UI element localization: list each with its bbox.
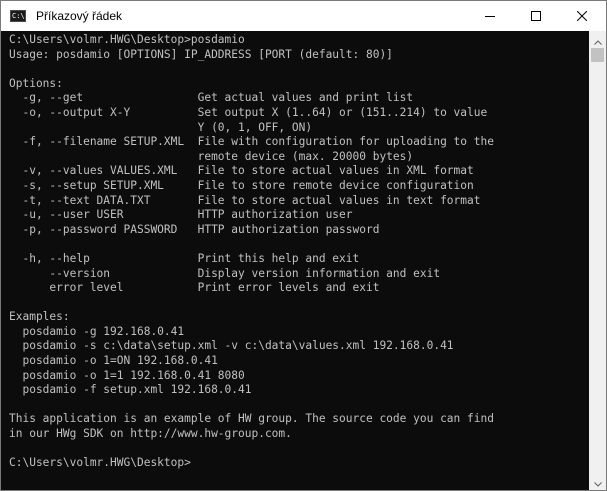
window-title: Příkazový řádek bbox=[36, 9, 123, 23]
console-line: in our HWg SDK on http://www.hw-group.co… bbox=[9, 427, 292, 441]
console-line: -o, --output X-Y Set output X (1..64) or… bbox=[9, 105, 488, 119]
console-line: posdamio -o 1=1 192.168.0.41 8080 bbox=[9, 368, 245, 382]
minimize-icon bbox=[485, 11, 495, 21]
console-line: -v, --values VALUES.XML File to store ac… bbox=[9, 164, 474, 178]
console-line: posdamio -g 192.168.0.41 bbox=[9, 324, 185, 338]
console-output[interactable]: C:\Users\volmr.HWG\Desktop>posdamio Usage… bbox=[1, 31, 589, 490]
chevron-down-icon bbox=[593, 472, 602, 491]
console-line: -p, --password PASSWORD HTTP authorizati… bbox=[9, 222, 380, 236]
console-line: -t, --text DATA.TXT File to store actual… bbox=[9, 193, 481, 207]
console-line: -h, --help Print this help and exit bbox=[9, 251, 360, 265]
maximize-button[interactable] bbox=[513, 1, 559, 31]
console-text: C:\Users\volmr.HWG\Desktop>posdamio Usage… bbox=[9, 33, 494, 471]
maximize-icon bbox=[531, 11, 541, 21]
minimize-button[interactable] bbox=[467, 1, 513, 31]
close-button[interactable] bbox=[559, 1, 605, 31]
console-line: -f, --filename SETUP.XML File with confi… bbox=[9, 135, 494, 149]
console-line: posdamio -o 1=ON 192.168.0.41 bbox=[9, 354, 218, 368]
console-line: Usage: posdamio [OPTIONS] IP_ADDRESS [PO… bbox=[9, 47, 393, 61]
console-line: Options: bbox=[9, 76, 63, 90]
chevron-up-icon bbox=[593, 30, 602, 49]
console-line: remote device (max. 20000 bytes) bbox=[9, 149, 414, 163]
console-line: posdamio -s c:\data\setup.xml -v c:\data… bbox=[9, 339, 454, 353]
scrollbar-thumb[interactable] bbox=[591, 48, 604, 62]
console-line: Examples: bbox=[9, 310, 70, 324]
console-window: C:\ Příkazový řádek C:\Users\volmr.HWG\D… bbox=[0, 0, 607, 491]
console-line: --version Display version information an… bbox=[9, 266, 441, 280]
console-line: Y (0, 1, OFF, ON) bbox=[9, 120, 313, 134]
command-prompt-icon[interactable]: C:\ bbox=[10, 10, 26, 22]
console-line: -u, --user USER HTTP authorization user bbox=[9, 208, 353, 222]
console-line: error level Print error levels and exit bbox=[9, 281, 380, 295]
console-line: C:\Users\volmr.HWG\Desktop> bbox=[9, 456, 191, 470]
title-bar[interactable]: C:\ Příkazový řádek bbox=[1, 1, 606, 31]
scroll-up-button[interactable] bbox=[589, 31, 606, 48]
console-line: -s, --setup SETUP.XML File to store remo… bbox=[9, 178, 474, 192]
close-icon bbox=[577, 11, 587, 21]
console-line: -g, --get Get actual values and print li… bbox=[9, 91, 414, 105]
console-line: This application is an example of HW gro… bbox=[9, 412, 494, 426]
console-line: C:\Users\volmr.HWG\Desktop>posdamio bbox=[9, 33, 245, 46]
scroll-down-button[interactable] bbox=[589, 473, 606, 490]
vertical-scrollbar[interactable] bbox=[589, 31, 606, 490]
console-line: posdamio -f setup.xml 192.168.0.41 bbox=[9, 383, 252, 397]
